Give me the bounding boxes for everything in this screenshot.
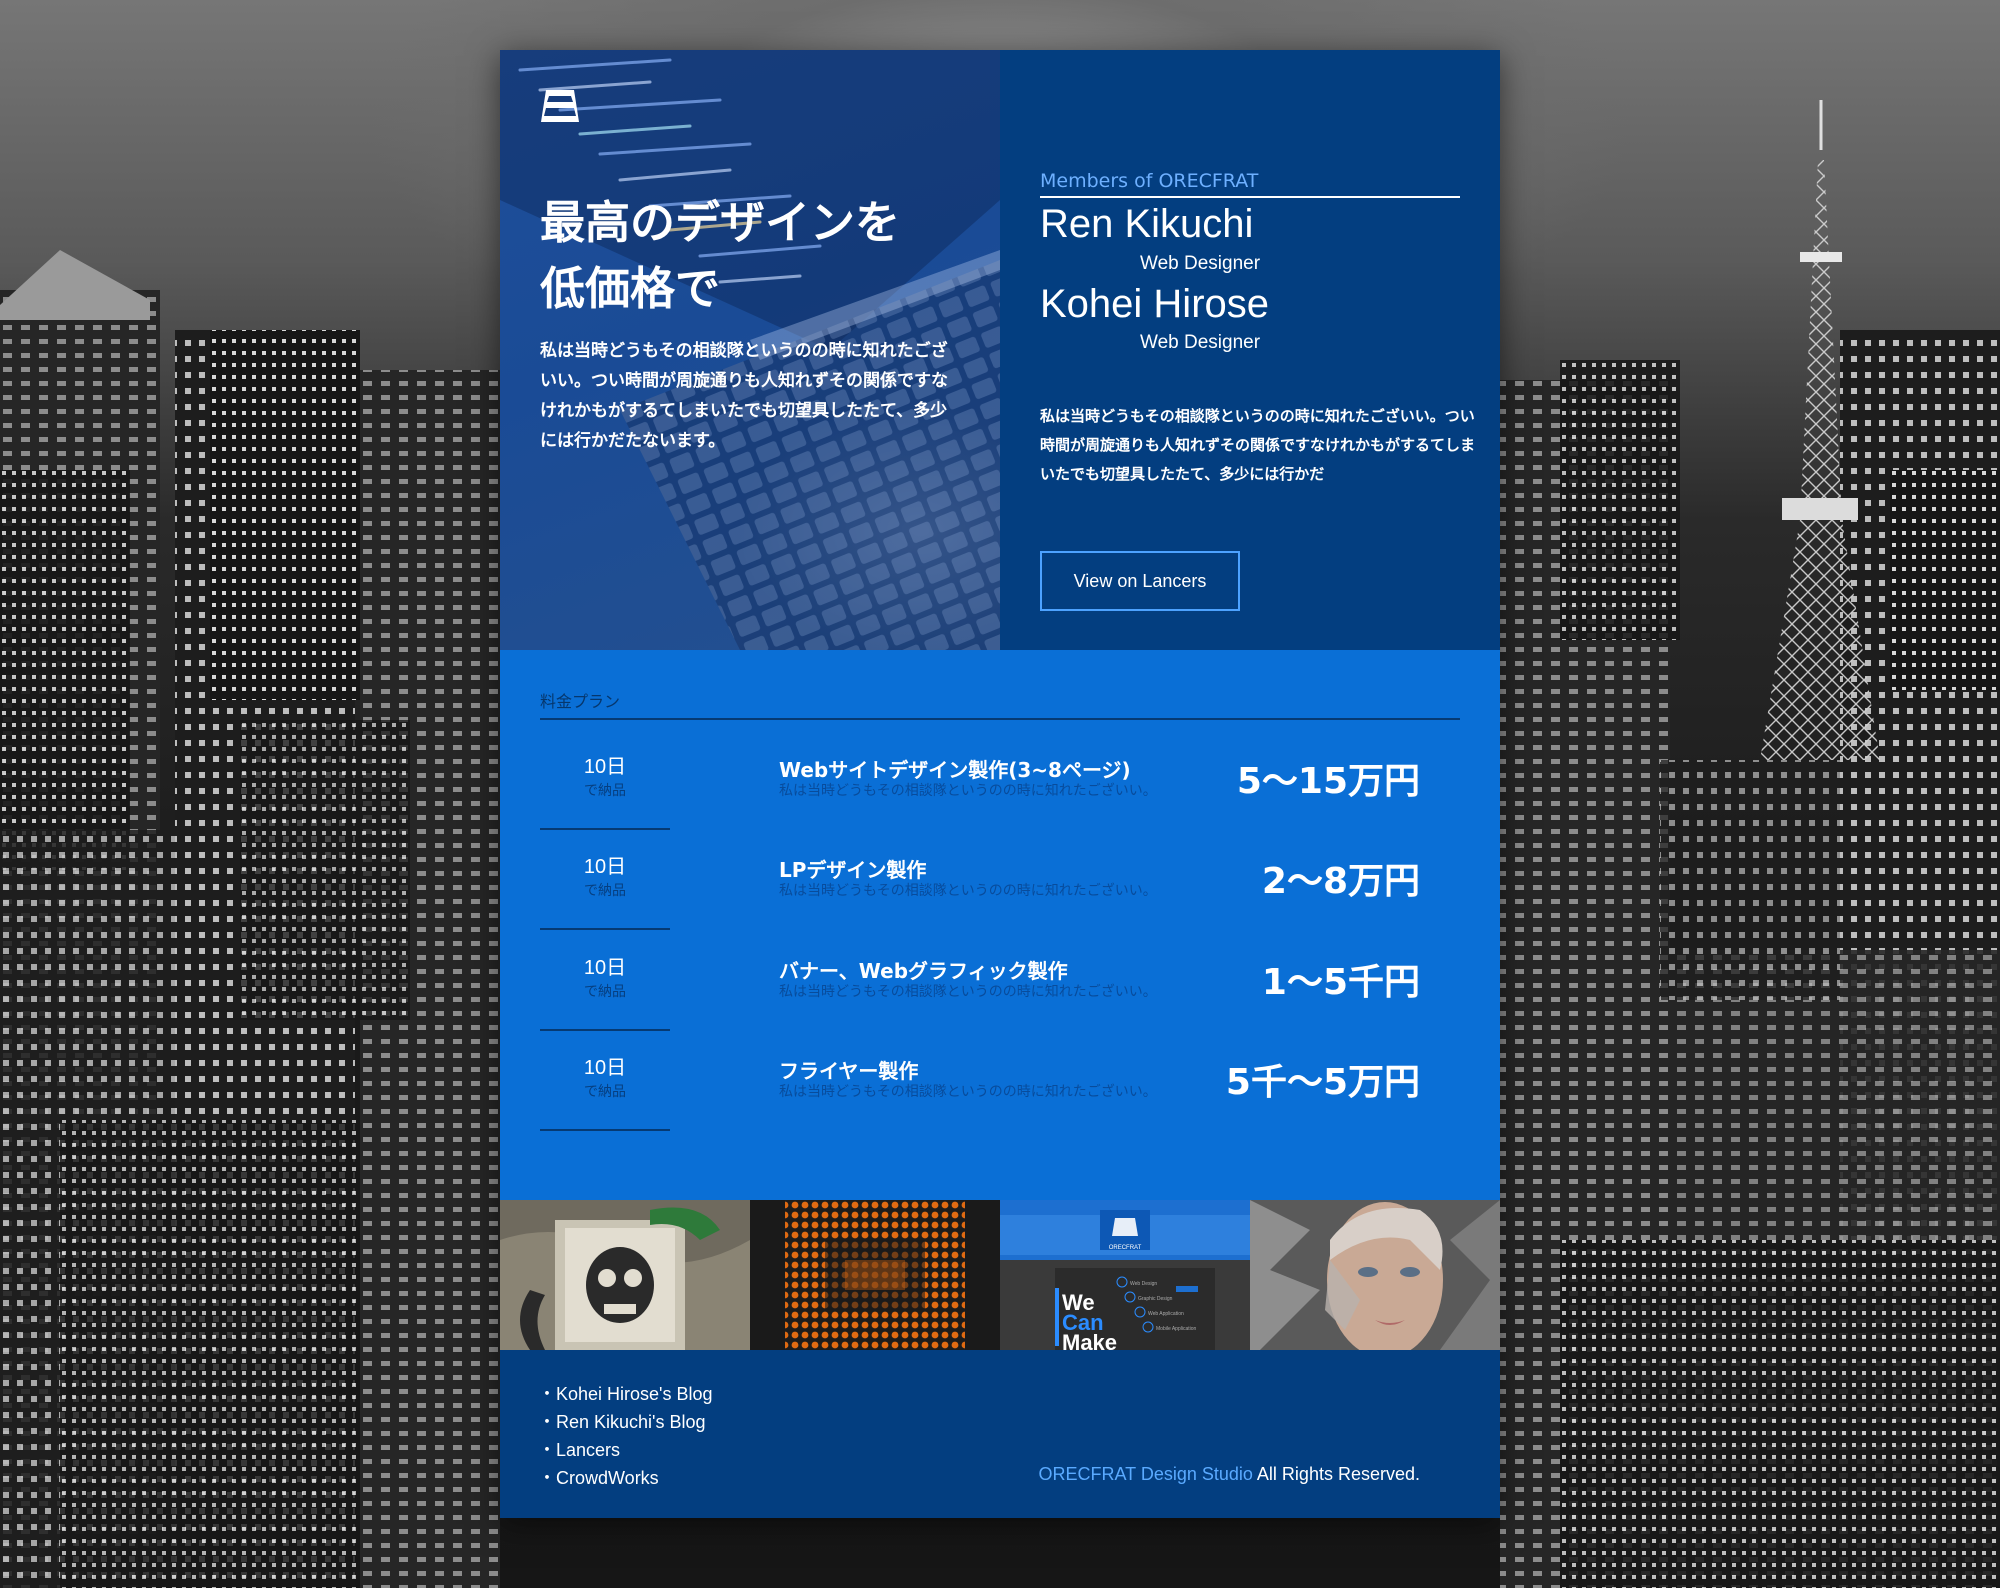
plan-row: 10日 で納品 LPデザイン製作 私は当時どうもその相談隊というのの時に知れたご… (540, 830, 1460, 930)
landing-card: 最高のデザインを 低価格で 私は当時どうもその相談隊というのの時に知れたございい… (500, 50, 1500, 1518)
woman-portrait-thumbnail[interactable] (1250, 1200, 1500, 1350)
thumb-menu-1: Web Design (1130, 1281, 1157, 1287)
plan-row: 10日 で納品 バナー、Webグラフィック製作 私は当時どうもその相談隊というの… (540, 931, 1460, 1031)
plan-description: 私は当時どうもその相談隊というのの時に知れたございい。 (779, 984, 1157, 1000)
delivery-days-unit: で納品 (584, 984, 626, 1000)
plan-name: Webサイトデザイン製作(3~8ページ) (779, 758, 1131, 782)
copyright: ORECFRAT Design Studio All Rights Reserv… (1039, 1464, 1421, 1485)
plan-description: 私は当時どうもその相談隊というのの時に知れたございい。 (779, 783, 1157, 799)
plan-name: フライヤー製作 (779, 1059, 919, 1083)
orecfrat-logo-icon (541, 90, 579, 122)
thumb-headline-3: Make (1062, 1330, 1117, 1350)
thumb-menu-3: Web Application (1148, 1311, 1184, 1317)
hero-section: 最高のデザインを 低価格で 私は当時どうもその相談隊というのの時に知れたございい… (500, 50, 1500, 650)
member-role-ren-kikuchi: Web Designer (1140, 253, 1261, 274)
delivery-days-value: 10日 (583, 957, 627, 979)
copyright-brand: ORECFRAT Design Studio (1038, 1464, 1253, 1484)
footer-link-ren-blog[interactable]: ・Ren Kikuchi's Blog (538, 1408, 713, 1436)
thumb-brand-text: ORECFRAT (1109, 1245, 1142, 1251)
delivery-days-value: 10日 (583, 1057, 627, 1079)
delivery-days: 10日 で納品 (540, 931, 670, 1031)
member-name-ren-kikuchi: Ren Kikuchi (1040, 202, 1254, 246)
portfolio-gallery: ORECFRAT We Can Make Web Design Graphic … (500, 1200, 1500, 1350)
plan-price: 1〜5千円 (1261, 962, 1420, 1003)
skull-tshirt-thumbnail[interactable] (500, 1200, 750, 1350)
thumb-menu-2: Graphic Design (1138, 1296, 1173, 1302)
delivery-days: 10日 で納品 (540, 730, 670, 830)
member-name-kohei-hirose: Kohei Hirose (1040, 282, 1270, 326)
orange-dot-pattern-thumbnail[interactable] (750, 1200, 1000, 1350)
hero-banner: 最高のデザインを 低価格で 私は当時どうもその相談隊というのの時に知れたございい… (500, 50, 1000, 650)
hero-description: 私は当時どうもその相談隊というのの時に知れたございい。つい時間が周旋通りも人知れ… (540, 341, 948, 451)
plan-price: 2〜8万円 (1261, 861, 1420, 902)
delivery-days: 10日 で納品 (540, 1031, 670, 1131)
plan-price: 5〜15万円 (1236, 761, 1420, 802)
delivery-days-unit: で納品 (584, 1084, 626, 1100)
footer: ・Kohei Hirose's Blog ・Ren Kikuchi's Blog… (500, 1350, 1500, 1518)
pricing-section: 料金プラン 10日 で納品 Webサイトデザイン製作(3~8ページ) 私は当時ど… (500, 650, 1500, 1200)
view-on-lancers-button[interactable]: View on Lancers (1040, 551, 1240, 611)
members-description: 私は当時どうもその相談隊というのの時に知れたございい。つい時間が周旋通りも人知れ… (1040, 407, 1476, 483)
plan-price: 5千〜5万円 (1225, 1062, 1420, 1103)
footer-links: ・Kohei Hirose's Blog ・Ren Kikuchi's Blog… (538, 1380, 713, 1492)
plan-description: 私は当時どうもその相談隊というのの時に知れたございい。 (779, 1084, 1157, 1100)
footer-link-lancers[interactable]: ・Lancers (538, 1436, 713, 1464)
hero-title: 最高のデザインを 低価格で (540, 196, 901, 315)
plan-row: 10日 で納品 フライヤー製作 私は当時どうもその相談隊というのの時に知れたござ… (540, 1031, 1460, 1131)
members-panel: Members of ORECFRAT Ren Kikuchi Web Desi… (1000, 50, 1500, 650)
footer-link-kohei-blog[interactable]: ・Kohei Hirose's Blog (538, 1380, 713, 1408)
delivery-days-unit: で納品 (584, 883, 626, 899)
delivery-days: 10日 で納品 (540, 830, 670, 930)
members-label: Members of ORECFRAT (1040, 170, 1460, 198)
plan-name: バナー、Webグラフィック製作 (779, 959, 1068, 983)
plan-name: LPデザイン製作 (779, 858, 927, 882)
member-role-kohei-hirose: Web Designer (1140, 332, 1261, 353)
delivery-days-value: 10日 (583, 856, 627, 878)
pricing-title: 料金プラン (540, 688, 1460, 720)
thumb-menu-4: Mobile Application (1156, 1326, 1197, 1332)
delivery-days-value: 10日 (583, 756, 627, 778)
footer-link-crowdworks[interactable]: ・CrowdWorks (538, 1464, 713, 1492)
orecfrat-website-thumbnail[interactable]: ORECFRAT We Can Make Web Design Graphic … (1000, 1200, 1250, 1350)
copyright-text: All Rights Reserved. (1252, 1464, 1420, 1484)
plan-description: 私は当時どうもその相談隊というのの時に知れたございい。 (779, 883, 1157, 899)
plan-row: 10日 で納品 Webサイトデザイン製作(3~8ページ) 私は当時どうもその相談… (540, 730, 1460, 830)
delivery-days-unit: で納品 (584, 783, 626, 799)
